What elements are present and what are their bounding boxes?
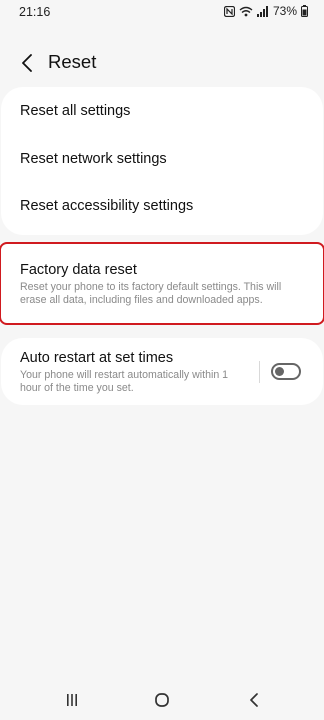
reset-accessibility-settings-item[interactable]: Reset accessibility settings — [20, 198, 193, 214]
nav-back-button[interactable] — [242, 688, 266, 712]
auto-restart-item[interactable]: Auto restart at set times Your phone wil… — [1, 338, 323, 405]
battery-icon — [301, 5, 308, 17]
factory-data-reset-item[interactable]: Factory data reset Reset your phone to i… — [0, 242, 324, 325]
page-title: Reset — [48, 51, 97, 72]
status-time: 21:16 — [19, 5, 51, 19]
navigation-bar — [0, 680, 324, 720]
reset-network-settings-item[interactable]: Reset network settings — [20, 151, 167, 167]
factory-data-reset-title: Factory data reset — [20, 262, 137, 278]
status-bar: 21:16 73% — [0, 0, 324, 24]
toggle-knob — [275, 367, 284, 376]
auto-restart-description: Your phone will restart automatically wi… — [20, 369, 229, 394]
auto-restart-toggle[interactable] — [271, 363, 301, 380]
reset-all-settings-item[interactable]: Reset all settings — [20, 103, 130, 119]
nav-back-icon — [250, 693, 258, 707]
back-button[interactable] — [14, 50, 40, 76]
auto-restart-title: Auto restart at set times — [20, 350, 174, 366]
factory-data-reset-description: Reset your phone to its factory default … — [20, 281, 282, 306]
app-header: Reset — [0, 44, 324, 80]
home-button[interactable] — [150, 688, 174, 712]
wifi-icon — [239, 6, 253, 17]
recents-button[interactable] — [60, 688, 84, 712]
recents-icon — [67, 694, 77, 706]
status-icons: 73% — [223, 4, 308, 18]
item-divider — [259, 361, 260, 383]
signal-icon — [256, 5, 269, 17]
chevron-left-icon — [22, 54, 32, 72]
home-icon — [155, 693, 169, 707]
battery-percent: 73% — [272, 4, 297, 18]
reset-options-card: Reset all settings Reset network setting… — [1, 87, 323, 235]
nfc-icon — [223, 5, 235, 17]
